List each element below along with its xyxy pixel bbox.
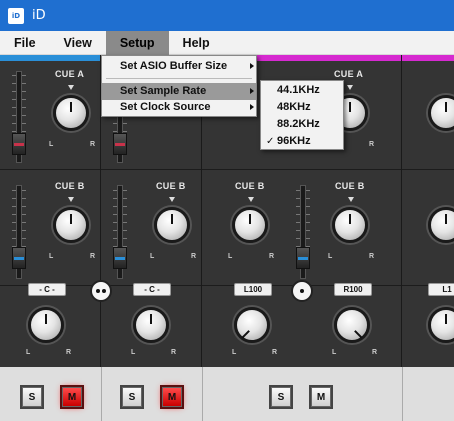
solo-button-1[interactable]: S (22, 387, 42, 407)
cue-b-knob[interactable] (428, 207, 454, 243)
mute-button-2[interactable]: M (162, 387, 182, 407)
knob-center-marker (169, 197, 175, 202)
pan-display-right[interactable]: R100 (334, 283, 372, 296)
knob-left-label: L (228, 253, 233, 260)
knob-right-label: R (369, 253, 375, 260)
knob-right-label: R (171, 349, 177, 356)
cue-b-label: CUE B (55, 181, 85, 191)
menu-setup[interactable]: Setup (105, 30, 169, 55)
menu-item-asio-buffer[interactable]: Set ASIO Buffer Size (102, 58, 256, 75)
cue-b-knob[interactable] (53, 207, 89, 243)
submenu-arrow-icon (250, 88, 254, 94)
menu-item-sample-rate[interactable]: Set Sample Rate (102, 83, 256, 100)
cue-b-label: CUE B (335, 181, 365, 191)
cue-a-label: CUE A (55, 69, 85, 79)
cue-b-label: CUE B (156, 181, 186, 191)
knob-right-label: R (66, 349, 72, 356)
channel-color-bar (0, 55, 100, 61)
sample-rate-88200[interactable]: 88.2KHz (261, 116, 343, 133)
cue-a-knob[interactable] (428, 95, 454, 131)
menu-item-clock-source[interactable]: Set Clock Source (102, 99, 256, 116)
sample-rate-44100[interactable]: 44.1KHz (261, 82, 343, 99)
knob-center-marker (348, 197, 354, 202)
checkmark-icon: ✓ (266, 136, 275, 147)
cue-a-fader-handle[interactable] (12, 133, 26, 155)
knob-center-marker (68, 85, 74, 90)
menu-separator (106, 78, 252, 79)
menu-item-label: Set Clock Source (120, 101, 211, 113)
cue-a-knob[interactable] (53, 95, 89, 131)
solo-button-3[interactable]: S (271, 387, 291, 407)
menu-file[interactable]: File (0, 31, 50, 55)
knob-center-marker (68, 197, 74, 202)
knob-right-label: R (369, 141, 375, 148)
pan-knob[interactable] (133, 307, 169, 343)
solo-button-2[interactable]: S (122, 387, 142, 407)
app-icon: iD (8, 7, 24, 24)
knob-right-label: R (90, 253, 96, 260)
solo-mute-row: S M S M S M (0, 367, 454, 421)
knob-right-label: R (269, 253, 275, 260)
knob-left-label: L (328, 253, 333, 260)
title-bar: iD iD (0, 0, 454, 31)
knob-left-label: L (332, 349, 337, 356)
menu-item-label: Set Sample Rate (120, 85, 207, 97)
cue-b-fader-handle[interactable] (113, 247, 127, 269)
pan-knob[interactable] (28, 307, 64, 343)
pan-display-left[interactable]: L100 (234, 283, 272, 296)
knob-left-label: L (26, 349, 31, 356)
knob-right-label: R (272, 349, 278, 356)
pan-display[interactable]: - C - (133, 283, 171, 296)
channel-color-bar (402, 55, 454, 61)
cue-b-fader-handle[interactable] (12, 247, 26, 269)
cue-b-label: CUE B (235, 181, 265, 191)
knob-right-label: R (372, 349, 378, 356)
sample-rate-96000[interactable]: ✓ 96KHz (261, 133, 343, 150)
knob-left-label: L (49, 141, 54, 148)
menu-view[interactable]: View (50, 31, 106, 55)
stereo-link-button-2[interactable] (291, 280, 313, 302)
cue-b-knob[interactable] (232, 207, 268, 243)
knob-left-label: L (150, 253, 155, 260)
cue-b-knob[interactable] (154, 207, 190, 243)
pan-display[interactable]: L1 (428, 283, 454, 296)
submenu-arrow-icon (250, 104, 254, 110)
pan-knob[interactable] (428, 307, 454, 343)
stereo-link-button-1[interactable] (90, 280, 112, 302)
setup-menu: Set ASIO Buffer Size Set Sample Rate Set… (101, 55, 257, 117)
sample-rate-submenu: 44.1KHz 48KHz 88.2KHz ✓ 96KHz (260, 80, 344, 150)
pan-knob-right[interactable] (334, 307, 370, 343)
cue-b-fader-handle[interactable] (296, 247, 310, 269)
pan-knob-left[interactable] (234, 307, 270, 343)
sample-rate-48000[interactable]: 48KHz (261, 99, 343, 116)
mute-button-1[interactable]: M (62, 387, 82, 407)
menu-help[interactable]: Help (169, 31, 224, 55)
knob-center-marker (347, 85, 353, 90)
knob-left-label: L (131, 349, 136, 356)
cue-b-knob[interactable] (332, 207, 368, 243)
knob-center-marker (248, 197, 254, 202)
cue-a-fader-handle[interactable] (113, 133, 127, 155)
window-title: iD (32, 8, 46, 23)
knob-right-label: R (191, 253, 197, 260)
menu-bar: File View Setup Help (0, 30, 454, 55)
menu-item-label: Set ASIO Buffer Size (120, 60, 228, 72)
knob-left-label: L (232, 349, 237, 356)
menu-item-label: 96KHz (277, 135, 311, 147)
knob-right-label: R (90, 141, 96, 148)
knob-left-label: L (49, 253, 54, 260)
mute-button-3[interactable]: M (311, 387, 331, 407)
cue-a-label: CUE A (334, 69, 364, 79)
pan-display[interactable]: - C - (28, 283, 66, 296)
submenu-arrow-icon (250, 63, 254, 69)
